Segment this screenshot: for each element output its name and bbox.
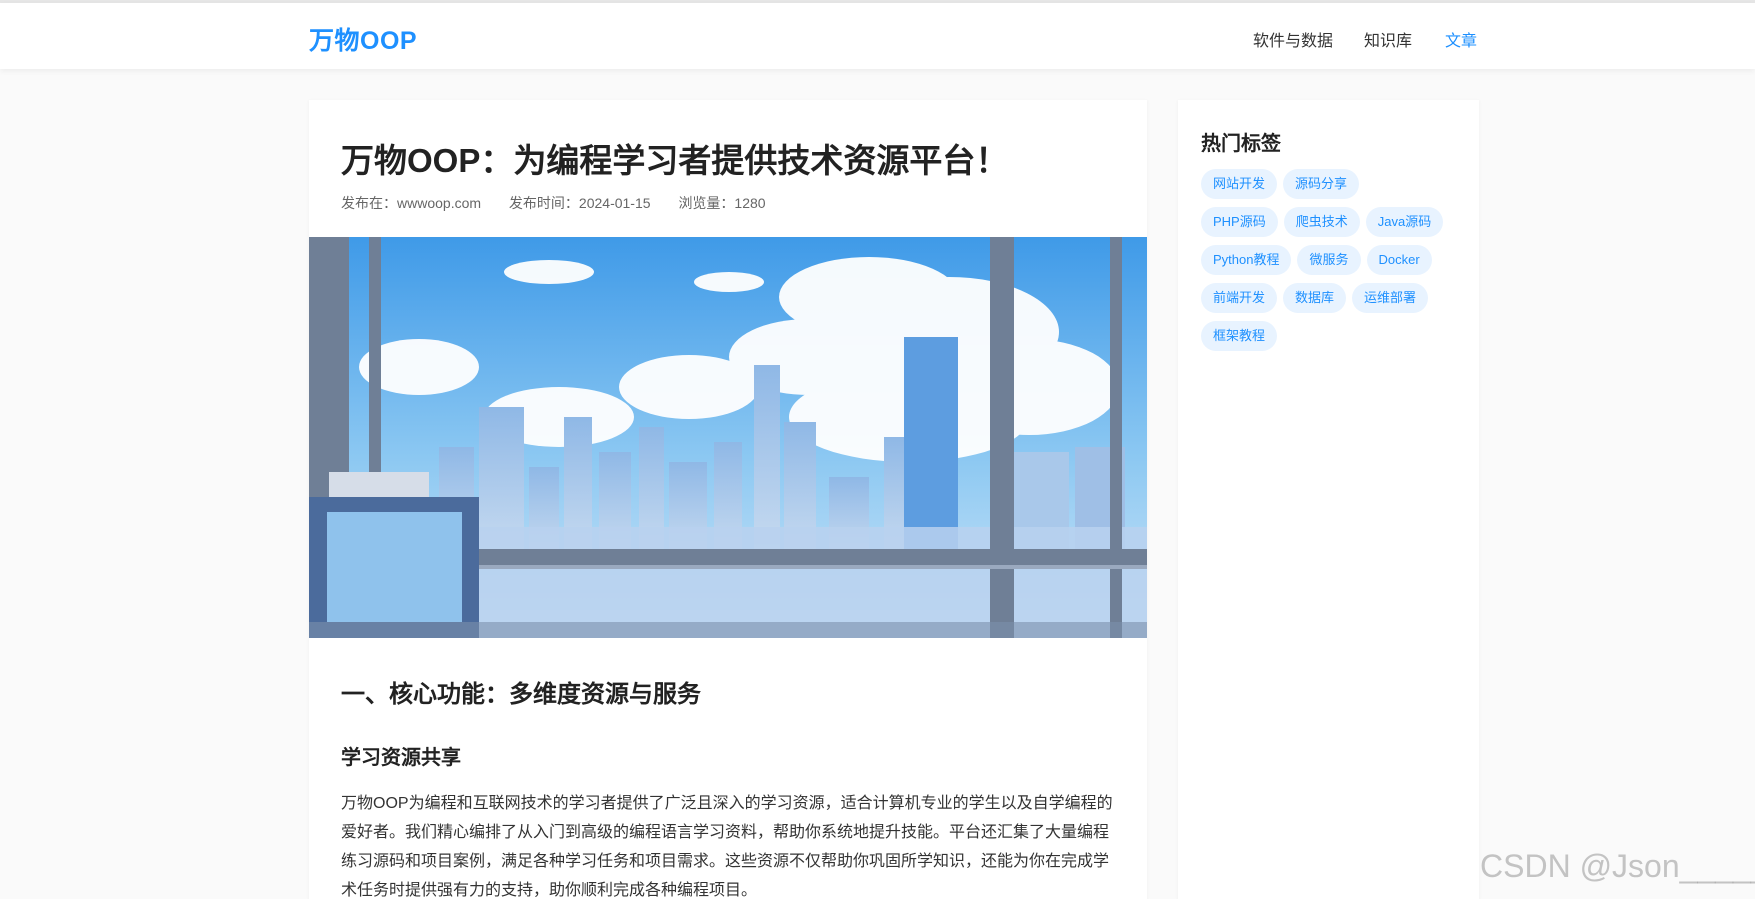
tag-item[interactable]: 前端开发 [1201,283,1278,313]
tag-item[interactable]: 数据库 [1283,283,1347,313]
nav-software-data[interactable]: 软件与数据 [1253,27,1333,51]
article-title: 万物OOP：为编程学习者提供技术资源平台！ [341,142,1009,179]
tag-item[interactable]: Docker [1366,245,1432,275]
tag-item[interactable]: 微服务 [1297,245,1361,275]
tag-item[interactable]: Python教程 [1201,245,1292,275]
tag-cloud: 网站开发 源码分享 PHP源码 爬虫技术 Java源码 Python教程 微服务 Dock… [1201,169,1471,359]
subsection-heading: 学习资源共享 [341,747,461,769]
nav-knowledge-base[interactable]: 知识库 [1364,27,1412,51]
site-header: 万物OOP 软件与数据 知识库 文章 [0,3,1755,69]
tag-item[interactable]: Java源码 [1365,207,1444,237]
article-paragraph: 万物OOP为编程和互联网技术的学习者提供了广泛且深入的学习资源，适合计算机专业的… [341,795,1113,899]
watermark: CSDN @Json_____ [1480,848,1755,884]
tag-item[interactable]: 运维部署 [1352,283,1429,313]
article-card: 万物OOP：为编程学习者提供技术资源平台！ 发布在：wwwoop.com 发布时… [309,100,1147,899]
hero-image [309,237,1147,638]
meta-views: 浏览量：1280 [678,195,766,211]
sidebar-title: 热门标签 [1201,133,1281,155]
nav-articles[interactable]: 文章 [1445,27,1477,51]
main-nav: 软件与数据 知识库 文章 [0,27,1755,51]
tag-item[interactable]: 框架教程 [1201,321,1278,351]
meta-source: 发布在：wwwoop.com [341,195,482,211]
meta-date: 发布时间：2024-01-15 [508,195,651,211]
sidebar: 热门标签 网站开发 源码分享 PHP源码 爬虫技术 Java源码 Python教程 微服… [1178,100,1479,899]
tag-item[interactable]: 网站开发 [1201,169,1278,199]
tag-item[interactable]: 源码分享 [1283,169,1360,199]
section-heading: 一、核心功能：多维度资源与服务 [341,681,701,708]
tag-item[interactable]: 爬虫技术 [1283,207,1360,237]
article-meta: 发布在：wwwoop.com 发布时间：2024-01-15 浏览量：1280 [341,193,790,213]
tag-item[interactable]: PHP源码 [1201,207,1278,237]
city-window-illustration [309,237,1147,638]
